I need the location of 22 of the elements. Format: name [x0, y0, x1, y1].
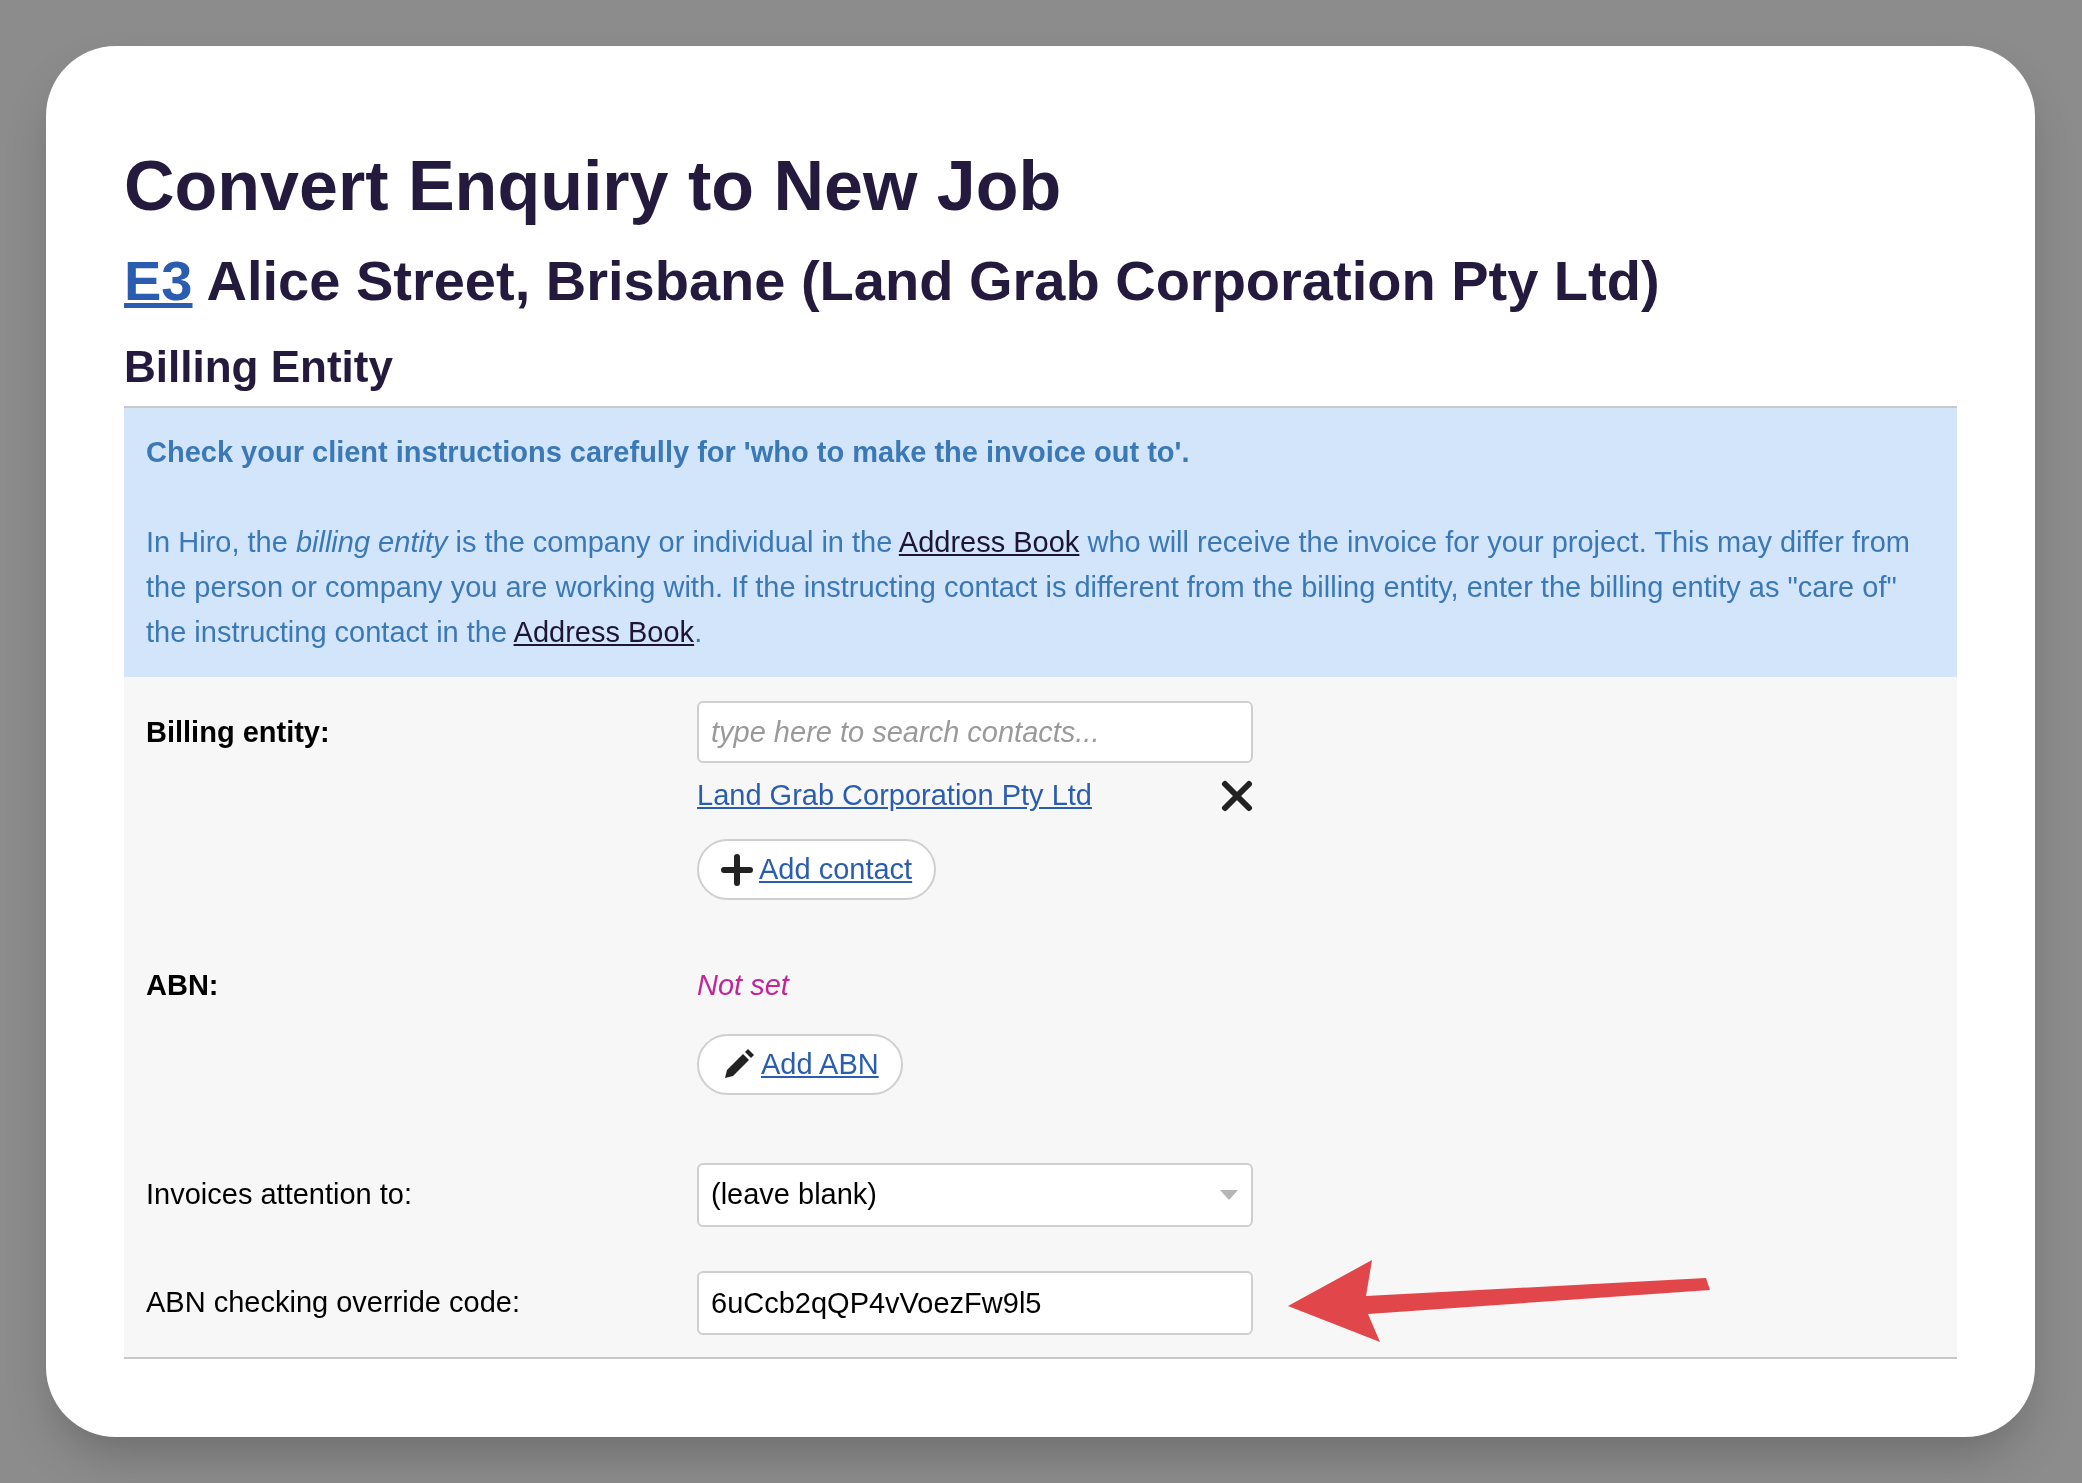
attention-select[interactable]: (leave blank) [697, 1163, 1253, 1227]
abn-status: Not set [697, 968, 791, 1003]
add-contact-button[interactable]: Add contact [697, 839, 937, 900]
close-icon[interactable] [1221, 780, 1253, 812]
job-link[interactable]: E3 [124, 248, 193, 314]
page-title: Convert Enquiry to New Job [124, 146, 1063, 226]
field-label: Billing entity: [146, 715, 331, 750]
override-code-field[interactable]: 6uCcb2qQP4vVoezFw9l5 [697, 1271, 1253, 1335]
job-address: Alice Street, Brisbane (Land Grab Corporation Pty Ltd) [206, 248, 1660, 314]
field-label: ABN checking override code: [146, 1285, 521, 1321]
address-book-link[interactable]: Address Book [513, 616, 695, 648]
notice-paragraph: In Hiro, the billing entity is the company or individual in the Address Book who will receive the invoice for your project. This may differ from the person or company you are working with. If the instructing contact is different from the billing entity, enter the billing entity as "care of" the instructing contact in the Address Book. [146, 525, 1911, 650]
add-abn-button[interactable]: Add ABN [697, 1034, 903, 1095]
dropdown-caret-icon [1219, 1189, 1239, 1201]
contact-search-field[interactable]: type here to search contacts... [697, 701, 1253, 763]
address-book-link[interactable]: Address Book [898, 526, 1080, 558]
section-heading: Billing Entity [124, 341, 394, 393]
field-label: Invoices attention to: [146, 1177, 413, 1213]
notice-headline: Check your client instructions carefully for 'who to make the invoice out to'. [146, 435, 1191, 470]
field-label: ABN: [146, 968, 220, 1003]
contact-link[interactable]: Land Grab Corporation Pty Ltd [697, 774, 1092, 818]
plus-icon [721, 853, 753, 886]
